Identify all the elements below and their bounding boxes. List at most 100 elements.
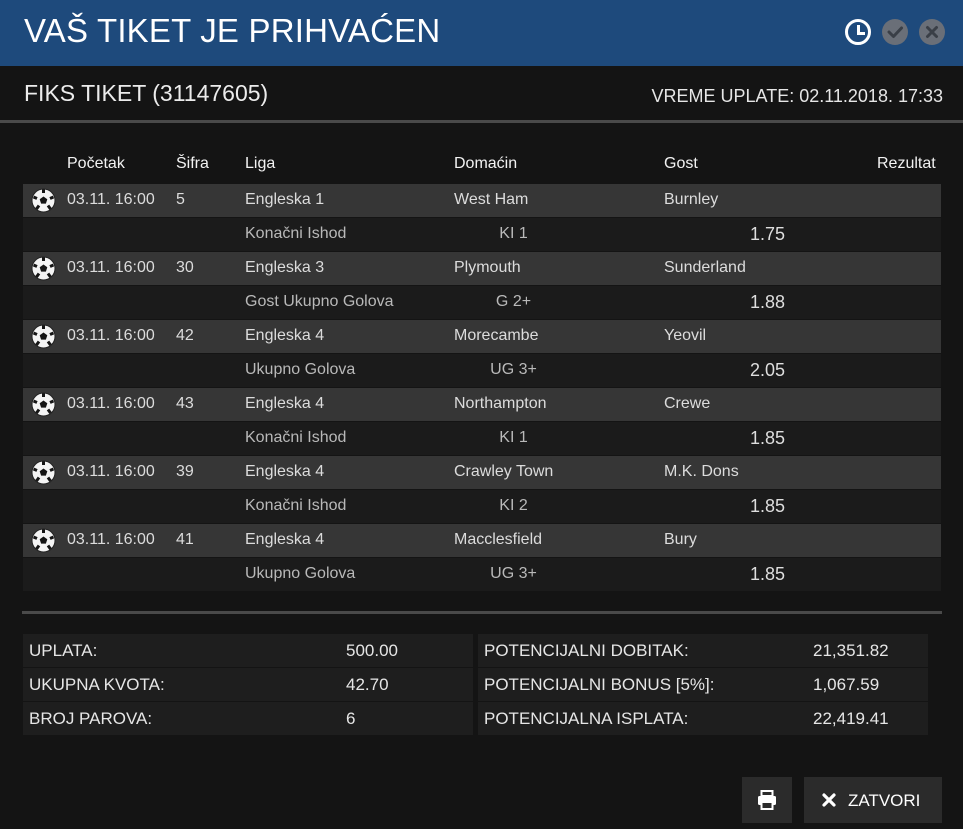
match-code: 41: [176, 531, 194, 548]
summary-label: UPLATA:: [29, 641, 98, 660]
col-header-home: Domaćin: [454, 155, 518, 172]
match-home: West Ham: [454, 191, 529, 208]
bet-odd: 1.88: [750, 292, 786, 312]
bet-pick: UG 3+: [490, 361, 537, 378]
bet-pick: KI 2: [499, 497, 528, 514]
bet-row: Ukupno Golova UG 3+ 2.05: [23, 354, 941, 387]
match-start: 03.11. 16:00: [67, 327, 155, 344]
match-row: 03.11. 16:00 41 Engleska 4 Macclesfield …: [23, 524, 941, 557]
x-icon: [822, 793, 836, 807]
paid-time: VREME UPLATE: 02.11.2018. 17:33: [651, 86, 944, 106]
match-code: 5: [176, 191, 185, 208]
summary-row: BROJ PAROVA: 6: [23, 702, 473, 735]
ticket-title: FIKS TIKET (31147605): [24, 80, 269, 106]
summary-value: 6: [346, 709, 356, 728]
match-home: Crawley Town: [454, 463, 554, 480]
soccer-ball-icon: [31, 256, 56, 281]
summary-value: 22,419.41: [813, 709, 889, 728]
close-button-label: ZATVORI: [848, 791, 921, 810]
summary-row: UKUPNA KVOTA: 42.70: [23, 668, 473, 701]
bet-odd: 1.75: [750, 224, 786, 244]
match-start: 03.11. 16:00: [67, 531, 155, 548]
clock-icon[interactable]: [845, 19, 871, 45]
match-away: Bury: [664, 531, 697, 548]
bet-row: Konačni Ishod KI 2 1.85: [23, 490, 941, 523]
summary-row: POTENCIJALNI BONUS [5%]: 1,067.59: [478, 668, 928, 701]
bet-pick: KI 1: [499, 225, 528, 242]
match-code: 42: [176, 327, 194, 344]
col-header-result: Rezultat: [877, 155, 936, 172]
bet-pick: KI 1: [499, 429, 528, 446]
bet-market: Gost Ukupno Golova: [245, 293, 394, 310]
soccer-ball-icon: [31, 392, 56, 417]
col-header-away: Gost: [664, 155, 698, 172]
summary-row: UPLATA: 500.00: [23, 634, 473, 667]
match-start: 03.11. 16:00: [67, 463, 155, 480]
bet-market: Konačni Ishod: [245, 429, 347, 446]
soccer-ball-icon: [31, 460, 56, 485]
match-start: 03.11. 16:00: [67, 191, 155, 208]
bet-market: Konačni Ishod: [245, 225, 347, 242]
summary-label: POTENCIJALNA ISPLATA:: [484, 709, 689, 728]
bet-odd: 1.85: [750, 564, 786, 584]
title-bar: VAŠ TIKET JE PRIHVAĆEN: [0, 0, 963, 66]
bet-market: Konačni Ishod: [245, 497, 347, 514]
match-away: Yeovil: [664, 327, 707, 344]
match-home: Plymouth: [454, 259, 521, 276]
bet-pick: UG 3+: [490, 565, 537, 582]
col-header-start: Početak: [67, 155, 125, 172]
match-away: Burnley: [664, 191, 719, 208]
match-row: 03.11. 16:00 43 Engleska 4 Northampton C…: [23, 388, 941, 421]
bet-market: Ukupno Golova: [245, 361, 356, 378]
divider: [0, 120, 963, 123]
match-code: 43: [176, 395, 194, 412]
match-away: Crewe: [664, 395, 711, 412]
match-away: Sunderland: [664, 259, 746, 276]
match-row: 03.11. 16:00 42 Engleska 4 Morecambe Yeo…: [23, 320, 941, 353]
divider: [22, 611, 942, 614]
printer-icon: [758, 790, 776, 810]
summary-value: 21,351.82: [813, 641, 889, 660]
close-circle-icon[interactable]: [919, 19, 945, 45]
summary-value: 500.00: [346, 641, 398, 660]
summary-row: POTENCIJALNA ISPLATA: 22,419.41: [478, 702, 928, 735]
match-away: M.K. Dons: [664, 463, 739, 480]
soccer-ball-icon: [31, 324, 56, 349]
match-start: 03.11. 16:00: [67, 259, 155, 276]
summary-label: POTENCIJALNI BONUS [5%]:: [484, 675, 715, 694]
match-start: 03.11. 16:00: [67, 395, 155, 412]
match-league: Engleska 3: [245, 259, 325, 276]
match-home: Macclesfield: [454, 531, 543, 548]
print-button[interactable]: [742, 777, 792, 823]
bet-row: Konačni Ishod KI 1 1.75: [23, 218, 941, 251]
match-code: 30: [176, 259, 194, 276]
bet-odd: 1.85: [750, 428, 786, 448]
match-row: 03.11. 16:00 39 Engleska 4 Crawley Town …: [23, 456, 941, 489]
bet-pick: G 2+: [495, 293, 532, 310]
bet-market: Ukupno Golova: [245, 565, 356, 582]
match-league: Engleska 4: [245, 395, 325, 412]
summary-value: 42.70: [346, 675, 389, 694]
bet-odd: 1.85: [750, 496, 786, 516]
bet-row: Konačni Ishod KI 1 1.85: [23, 422, 941, 455]
match-code: 39: [176, 463, 194, 480]
close-button[interactable]: ZATVORI: [804, 777, 942, 823]
soccer-ball-icon: [31, 188, 56, 213]
summary-label: BROJ PAROVA:: [29, 709, 153, 728]
match-row: 03.11. 16:00 5 Engleska 1 West Ham Burnl…: [23, 184, 941, 217]
match-league: Engleska 1: [245, 191, 325, 208]
bet-odd: 2.05: [750, 360, 786, 380]
bet-row: Gost Ukupno Golova G 2+ 1.88: [23, 286, 941, 319]
bet-row: Ukupno Golova UG 3+ 1.85: [23, 558, 941, 591]
soccer-ball-icon: [31, 528, 56, 553]
match-home: Northampton: [454, 395, 547, 412]
col-header-code: Šifra: [176, 155, 209, 172]
match-league: Engleska 4: [245, 463, 325, 480]
dialog-title: VAŠ TIKET JE PRIHVAĆEN: [24, 12, 441, 49]
summary-row: POTENCIJALNI DOBITAK: 21,351.82: [478, 634, 928, 667]
match-league: Engleska 4: [245, 327, 325, 344]
match-row: 03.11. 16:00 30 Engleska 3 Plymouth Sund…: [23, 252, 941, 285]
check-circle-icon[interactable]: [882, 19, 908, 45]
summary-value: 1,067.59: [813, 675, 880, 694]
match-home: Morecambe: [454, 327, 539, 344]
